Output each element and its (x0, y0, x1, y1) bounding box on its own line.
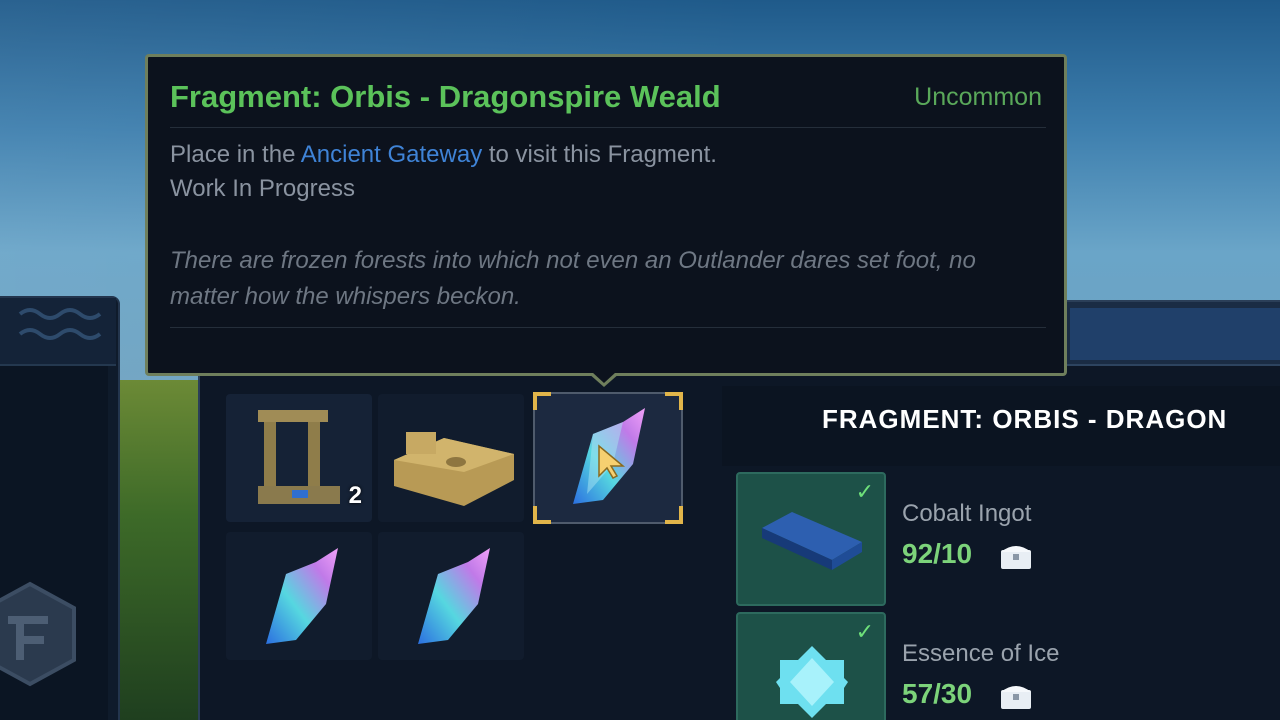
cobalt-ingot-icon (762, 512, 862, 570)
chest-icon (1001, 686, 1031, 709)
check-icon: ✓ (855, 480, 874, 505)
check-icon: ✓ (855, 620, 874, 645)
selection-corner (665, 506, 683, 524)
tooltip-divider (170, 327, 1046, 328)
inventory-slot[interactable] (378, 394, 524, 522)
tooltip-description: Place in the Ancient Gateway to visit th… (170, 141, 717, 169)
tooltip-lore: There are frozen forests into which not … (170, 247, 976, 310)
requirement-quantity: 92/10 (902, 538, 973, 569)
hexagon-badge-icon[interactable] (0, 580, 80, 690)
chest-icon (1001, 546, 1031, 569)
inventory-slot[interactable] (226, 532, 372, 660)
selection-corner (533, 506, 551, 524)
cursor-icon (598, 444, 626, 479)
fragment-crystal-icon (266, 548, 338, 644)
gateway-frame-icon (258, 410, 340, 504)
inventory-slot[interactable]: 2 (226, 394, 372, 522)
item-count: 2 (348, 482, 362, 509)
description-suffix: to visit this Fragment. (482, 141, 717, 168)
detail-title: FRAGMENT: ORBIS - DRAGON (822, 404, 1228, 434)
requirement-slot[interactable]: ✓ (736, 612, 886, 720)
ice-essence-icon (776, 646, 848, 718)
panel-ornament (0, 298, 116, 366)
stone-ruins-icon (394, 432, 514, 506)
inventory-slot[interactable] (378, 532, 524, 660)
fragment-crystal-icon (418, 548, 490, 644)
rarity-label: Uncommon (914, 83, 1042, 111)
selection-corner (665, 392, 683, 410)
requirement-name: Cobalt Ingot (902, 500, 1032, 527)
item-tooltip: Fragment: Orbis - Dragonspire Weald Unco… (145, 54, 1067, 376)
requirement-name: Essence of Ice (902, 640, 1060, 667)
tooltip-title: Fragment: Orbis - Dragonspire Weald (170, 79, 721, 114)
selection-corner (533, 392, 551, 410)
ancient-gateway-link[interactable]: Ancient Gateway (301, 141, 482, 168)
tooltip-divider (170, 127, 1046, 128)
tooltip-status: Work In Progress (170, 175, 355, 202)
requirement-quantity: 57/30 (902, 678, 973, 709)
requirement-slot[interactable]: ✓ (736, 472, 886, 606)
panel-header-accent (1070, 308, 1280, 360)
description-prefix: Place in the (170, 141, 301, 168)
tooltip-pointer-fill (592, 372, 616, 383)
inventory-slot-selected[interactable] (533, 392, 683, 524)
